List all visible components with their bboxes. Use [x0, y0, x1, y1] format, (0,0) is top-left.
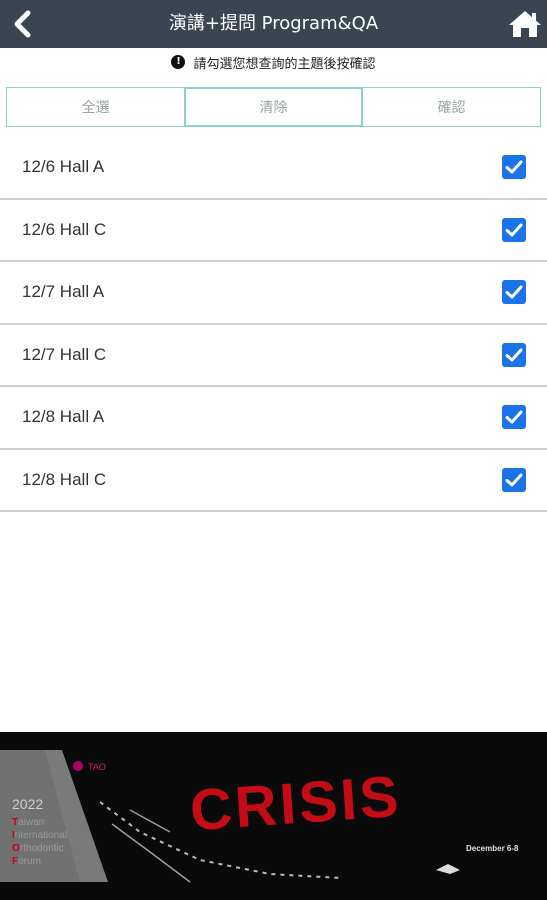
page-title: 演講+提問 Program&QA: [168, 13, 379, 34]
banner-word: aiwan: [18, 817, 45, 828]
session-label: 12/6 Hall A: [22, 157, 105, 177]
list-item[interactable]: 12/6 Hall C: [0, 200, 547, 262]
chevron-left-icon: [14, 10, 31, 38]
session-checkbox[interactable]: [502, 467, 526, 492]
clear-button[interactable]: 清除: [184, 88, 362, 126]
home-button[interactable]: [507, 8, 543, 40]
home-icon: [509, 11, 541, 37]
session-label: 12/8 Hall A: [22, 407, 105, 427]
session-label: 12/7 Hall A: [22, 282, 105, 302]
banner-year: 2022: [12, 796, 44, 812]
top-bar: 演講+提問 Program&QA: [0, 0, 547, 48]
session-list: 12/6 Hall A 12/6 Hall C 12/7 Hall A 12/7…: [0, 137, 547, 512]
action-button-group: 全選 清除 確認: [6, 87, 541, 127]
check-icon: [505, 410, 523, 424]
session-checkbox[interactable]: [502, 155, 526, 180]
list-item[interactable]: 12/6 Hall A: [0, 137, 547, 200]
check-icon: [505, 223, 523, 237]
check-icon: [505, 285, 523, 299]
session-checkbox[interactable]: [502, 280, 526, 305]
banner-word: rthodontic: [19, 843, 64, 854]
hint-text: 請勾選您想查詢的主題後按確認: [193, 56, 376, 72]
check-icon: [505, 473, 523, 487]
back-button[interactable]: [8, 8, 40, 40]
check-icon: [505, 160, 523, 174]
banner-date: December 6-8: [466, 844, 519, 853]
banner-initial: O: [12, 843, 20, 854]
select-all-button[interactable]: 全選: [7, 88, 184, 126]
session-label: 12/8 Hall C: [22, 469, 107, 489]
svg-text:TAO: TAO: [88, 762, 106, 772]
session-label: 12/7 Hall C: [22, 344, 107, 364]
banner-word: orum: [18, 856, 41, 867]
list-item[interactable]: 12/8 Hall C: [0, 450, 547, 512]
list-item[interactable]: 12/7 Hall A: [0, 262, 547, 325]
info-icon: !: [171, 55, 186, 69]
session-checkbox[interactable]: [502, 342, 526, 367]
event-banner[interactable]: TAO 2022 Taiwan International Orthodonti…: [0, 732, 547, 900]
banner-forum-name: Taiwan International Orthodontic Forum: [12, 816, 67, 868]
session-checkbox[interactable]: [502, 405, 526, 430]
list-item[interactable]: 12/7 Hall C: [0, 325, 547, 387]
confirm-button[interactable]: 確認: [362, 88, 540, 126]
session-label: 12/6 Hall C: [22, 219, 107, 239]
banner-word: nternational: [14, 830, 68, 841]
check-icon: [505, 348, 523, 362]
session-checkbox[interactable]: [502, 217, 526, 242]
instruction-hint: ! 請勾選您想查詢的主題後按確認: [0, 48, 547, 76]
list-item[interactable]: 12/8 Hall A: [0, 387, 547, 450]
